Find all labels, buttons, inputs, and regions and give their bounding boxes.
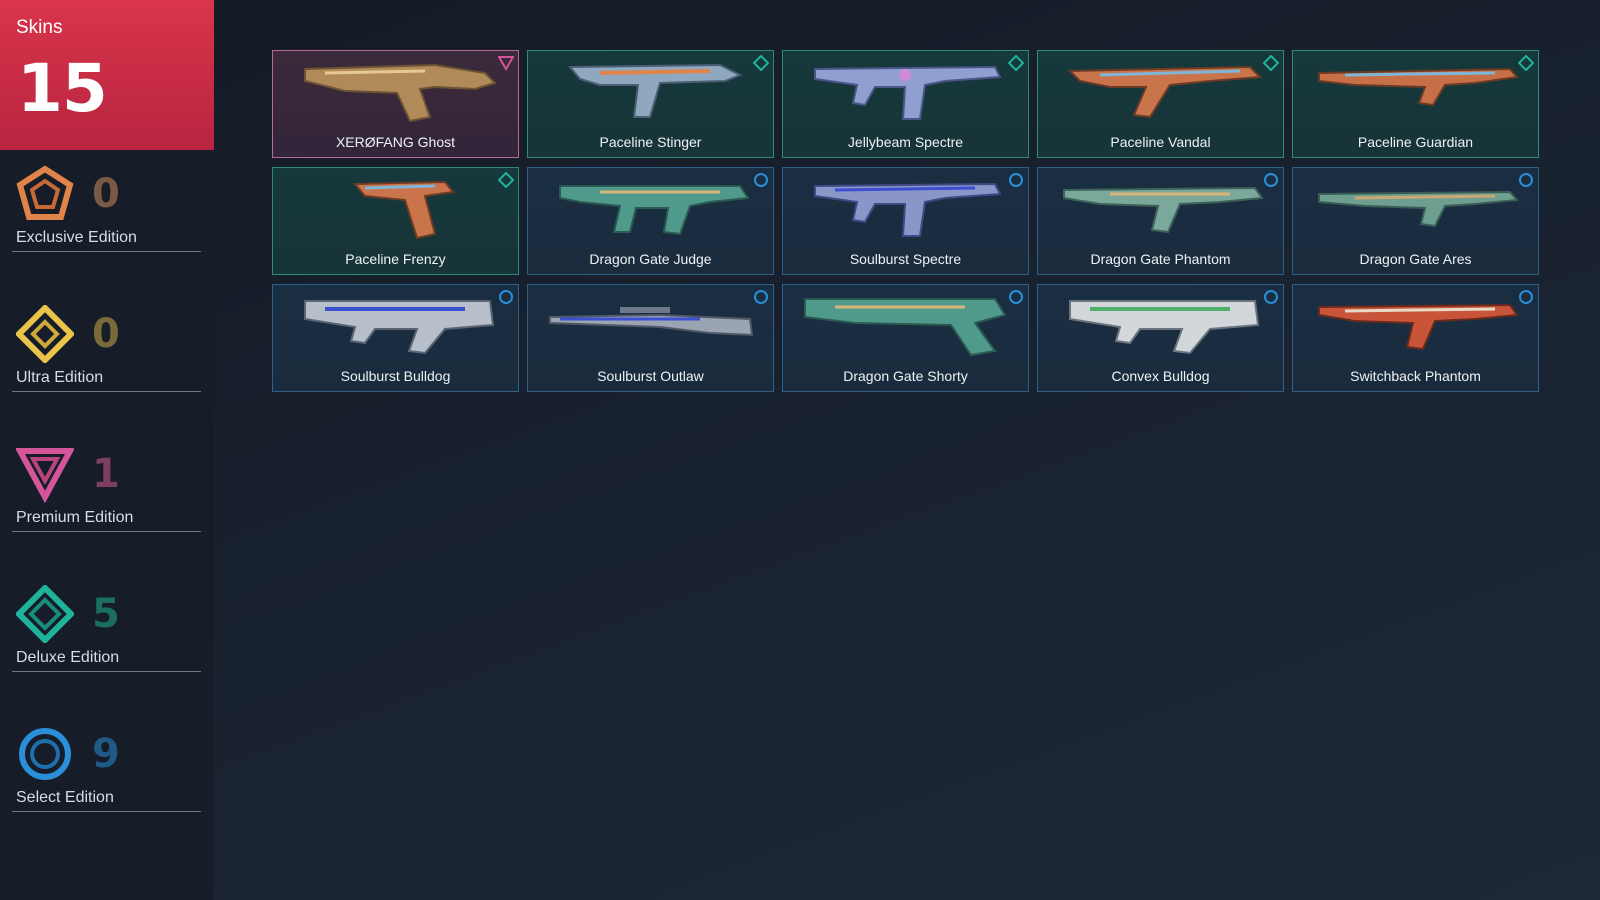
skin-card[interactable]: Paceline Guardian <box>1292 50 1539 158</box>
skin-card[interactable]: Soulburst Spectre <box>782 167 1029 275</box>
deluxe-tier-badge-icon <box>1263 55 1279 71</box>
select-tier-badge-icon <box>1009 290 1023 304</box>
skin-name: Convex Bulldog <box>1111 368 1210 384</box>
skin-name: Switchback Phantom <box>1350 368 1481 384</box>
skins-count: 15 <box>17 50 108 127</box>
tier-ultra[interactable]: 0 Ultra Edition <box>12 305 201 395</box>
sidebar: Skins 15 0 Exclusive Edition 0 Ultra Edi… <box>0 0 214 900</box>
shorty-shotgun-icon <box>804 298 1007 357</box>
select-tier-badge-icon <box>1519 173 1533 187</box>
stinger-smg-icon <box>567 63 743 118</box>
deluxe-tier-badge-icon <box>498 172 514 188</box>
skin-name: Paceline Guardian <box>1357 134 1474 150</box>
premium-tier-badge-icon <box>498 56 514 71</box>
exclusive-pentagon-icon <box>16 165 74 220</box>
select-tier-badge-icon <box>1264 173 1278 187</box>
deluxe-tier-badge-icon <box>1008 55 1024 71</box>
phantom-rifle-icon <box>1318 303 1519 351</box>
skin-name: Dragon Gate Ares <box>1359 251 1472 267</box>
premium-triangle-icon <box>16 448 74 503</box>
skin-card[interactable]: Dragon Gate Phantom <box>1037 167 1284 275</box>
skin-name: Soulburst Outlaw <box>597 368 704 384</box>
skin-name: Soulburst Bulldog <box>340 368 451 384</box>
spectre-smg-icon <box>814 65 1002 120</box>
tier-label: Premium Edition <box>16 509 134 526</box>
divider <box>12 391 201 392</box>
tier-label: Select Edition <box>16 789 114 806</box>
tier-count: 0 <box>92 311 120 357</box>
divider <box>12 251 201 252</box>
select-tier-badge-icon <box>499 290 513 304</box>
select-circle-icon <box>19 728 71 780</box>
deluxe-rhombus-icon <box>16 585 74 643</box>
tier-count: 0 <box>92 171 120 217</box>
tier-premium[interactable]: 1 Premium Edition <box>12 445 201 535</box>
skin-card[interactable]: Soulburst Bulldog <box>272 284 519 392</box>
bulldog-rifle-icon <box>304 300 495 355</box>
bulldog-rifle-icon <box>1069 300 1260 355</box>
skin-card[interactable]: Paceline Frenzy <box>272 167 519 275</box>
select-tier-badge-icon <box>754 173 768 187</box>
tier-select[interactable]: 9 Select Edition <box>12 725 201 815</box>
skin-card[interactable]: Jellybeam Spectre <box>782 50 1029 158</box>
tier-count: 1 <box>92 451 120 497</box>
skin-card[interactable]: Switchback Phantom <box>1292 284 1539 392</box>
divider <box>12 671 201 672</box>
ares-lmg-icon <box>1318 190 1520 228</box>
skin-card[interactable]: Dragon Gate Judge <box>527 167 774 275</box>
skin-card[interactable]: Dragon Gate Ares <box>1292 167 1539 275</box>
skin-grid: XERØFANG Ghost Paceline Stinger Jellybea… <box>272 50 1539 392</box>
ultra-diamond-icon <box>16 305 74 363</box>
select-tier-badge-icon <box>1264 290 1278 304</box>
deluxe-tier-badge-icon <box>1518 55 1534 71</box>
tier-count: 5 <box>92 591 120 637</box>
skin-card[interactable]: Soulburst Outlaw <box>527 284 774 392</box>
select-tier-badge-icon <box>1009 173 1023 187</box>
select-tier-badge-icon <box>1519 290 1533 304</box>
select-tier-badge-icon <box>754 290 768 304</box>
skin-name: Paceline Frenzy <box>345 251 446 267</box>
vandal-rifle-icon <box>1067 65 1263 119</box>
skin-name: Paceline Stinger <box>599 134 702 150</box>
divider <box>12 531 201 532</box>
tier-label: Ultra Edition <box>16 369 104 386</box>
skin-card[interactable]: Dragon Gate Shorty <box>782 284 1029 392</box>
skin-name: Paceline Vandal <box>1110 134 1211 150</box>
skin-name: Dragon Gate Phantom <box>1090 251 1231 267</box>
guardian-rifle-icon <box>1318 67 1519 107</box>
spectre-smg-icon <box>814 182 1002 237</box>
tier-label: Exclusive Edition <box>16 229 137 246</box>
skin-name: Dragon Gate Judge <box>589 251 712 267</box>
skin-card[interactable]: XERØFANG Ghost <box>272 50 519 158</box>
skin-name: Soulburst Spectre <box>849 251 962 267</box>
skin-name: XERØFANG Ghost <box>335 134 456 150</box>
skin-name: Dragon Gate Shorty <box>843 368 968 384</box>
tier-deluxe[interactable]: 5 Deluxe Edition <box>12 585 201 675</box>
skin-card[interactable]: Paceline Vandal <box>1037 50 1284 158</box>
skins-total-panel: Skins 15 <box>0 0 214 150</box>
judge-shotgun-icon <box>559 185 750 236</box>
outlaw-sniper-icon <box>549 307 754 337</box>
phantom-rifle-icon <box>1063 186 1264 234</box>
frenzy-pistol-icon <box>352 180 455 240</box>
tier-label: Deluxe Edition <box>16 649 120 666</box>
skins-label: Skins <box>16 17 63 38</box>
skin-name: Jellybeam Spectre <box>847 134 964 150</box>
ghost-pistol-icon <box>304 63 497 123</box>
divider <box>12 811 201 812</box>
deluxe-tier-badge-icon <box>753 55 769 71</box>
tier-exclusive[interactable]: 0 Exclusive Edition <box>12 165 201 255</box>
skin-card[interactable]: Convex Bulldog <box>1037 284 1284 392</box>
skin-card[interactable]: Paceline Stinger <box>527 50 774 158</box>
tier-count: 9 <box>92 731 120 777</box>
